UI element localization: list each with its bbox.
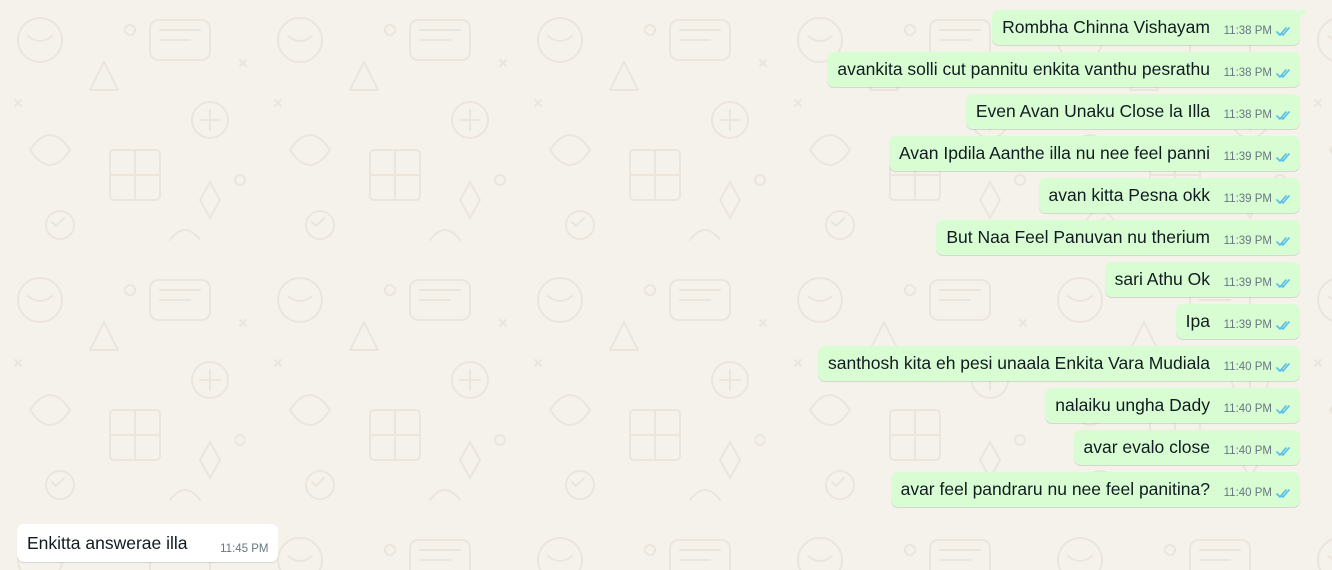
message-bubble-outgoing[interactable]: Rombha Chinna Vishayam 11:38 PM	[992, 10, 1307, 45]
message-meta: 11:39 PM	[1224, 150, 1292, 164]
message-text: avankita solli cut pannitu enkita vanthu…	[837, 59, 1210, 79]
message-meta: 11:40 PM	[1224, 360, 1292, 374]
message-text: Avan Ipdila Aanthe illa nu nee feel pann…	[898, 143, 1210, 163]
message-meta: 11:40 PM	[1224, 402, 1292, 416]
message-text: avar evalo close	[1083, 437, 1210, 457]
message-meta: 11:39 PM	[1224, 192, 1292, 206]
double-check-icon	[1276, 110, 1290, 120]
double-check-icon	[1276, 68, 1290, 78]
message-meta: 11:38 PM	[1224, 66, 1292, 80]
message-time: 11:40 PM	[1223, 403, 1272, 415]
message-time: 11:45 PM	[220, 543, 269, 555]
message-meta: 11:40 PM	[1224, 444, 1292, 458]
double-check-icon	[1276, 446, 1290, 456]
double-check-icon	[1276, 194, 1290, 204]
message-text: But Naa Feel Panuvan nu therium	[946, 227, 1210, 247]
message-meta: 11:39 PM	[1224, 234, 1292, 248]
message-time: 11:38 PM	[1223, 67, 1272, 79]
message-meta: 11:38 PM	[1224, 24, 1292, 38]
conversation-panel: Rombha Chinna Vishayam 11:38 PM avankita…	[0, 0, 1332, 570]
message-text: sari Athu Ok	[1114, 269, 1210, 289]
message-bubble-outgoing[interactable]: avankita solli cut pannitu enkita vanthu…	[827, 52, 1300, 87]
message-bubble-outgoing[interactable]: Avan Ipdila Aanthe illa nu nee feel pann…	[888, 136, 1300, 171]
message-text: nalaiku ungha Dady	[1055, 395, 1210, 415]
message-text: avar feel pandraru nu nee feel panitina?	[900, 479, 1210, 499]
message-meta: 11:39 PM	[1224, 276, 1292, 290]
message-meta: 11:38 PM	[1224, 108, 1292, 122]
message-bubble-incoming[interactable]: Enkitta answerae illa 11:45 PM	[17, 524, 278, 562]
double-check-icon	[1276, 488, 1290, 498]
message-bubble-outgoing[interactable]: santhosh kita eh pesi unaala Enkita Vara…	[817, 346, 1300, 381]
double-check-icon	[1276, 26, 1290, 36]
message-bubble-outgoing[interactable]: Ipa 11:39 PM	[1175, 304, 1300, 339]
message-time: 11:39 PM	[1223, 151, 1272, 163]
message-text: Ipa	[1185, 311, 1210, 331]
message-text: santhosh kita eh pesi unaala Enkita Vara…	[827, 353, 1210, 373]
double-check-icon	[1276, 236, 1290, 246]
double-check-icon	[1276, 404, 1290, 414]
message-time: 11:40 PM	[1223, 361, 1272, 373]
double-check-icon	[1276, 320, 1290, 330]
message-bubble-outgoing[interactable]: But Naa Feel Panuvan nu therium 11:39 PM	[936, 220, 1300, 255]
message-text: Rombha Chinna Vishayam	[1002, 17, 1210, 37]
double-check-icon	[1276, 152, 1290, 162]
message-bubble-outgoing[interactable]: avar feel pandraru nu nee feel panitina?…	[890, 472, 1300, 507]
message-time: 11:38 PM	[1223, 109, 1272, 121]
message-meta: 11:39 PM	[1224, 318, 1292, 332]
message-time: 11:39 PM	[1223, 277, 1272, 289]
message-time: 11:38 PM	[1223, 25, 1272, 37]
message-bubble-outgoing[interactable]: sari Athu Ok 11:39 PM	[1104, 262, 1300, 297]
message-bubble-outgoing[interactable]: Even Avan Unaku Close la Illa 11:38 PM	[965, 94, 1300, 129]
message-bubble-outgoing[interactable]: avan kitta Pesna okk 11:39 PM	[1038, 178, 1300, 213]
message-time: 11:39 PM	[1223, 319, 1272, 331]
message-time: 11:39 PM	[1223, 235, 1272, 247]
double-check-icon	[1276, 278, 1290, 288]
message-time: 11:40 PM	[1223, 487, 1272, 499]
message-time: 11:39 PM	[1223, 193, 1272, 205]
message-text: avan kitta Pesna okk	[1048, 185, 1210, 205]
message-text: Enkitta answerae illa	[27, 533, 188, 553]
message-bubble-outgoing[interactable]: nalaiku ungha Dady 11:40 PM	[1045, 388, 1300, 423]
message-meta: 11:40 PM	[1224, 486, 1292, 500]
message-time: 11:40 PM	[1223, 445, 1272, 457]
message-meta: 11:45 PM	[220, 542, 268, 556]
message-text: Even Avan Unaku Close la Illa	[975, 101, 1210, 121]
message-bubble-outgoing[interactable]: avar evalo close 11:40 PM	[1073, 430, 1300, 465]
double-check-icon	[1276, 362, 1290, 372]
